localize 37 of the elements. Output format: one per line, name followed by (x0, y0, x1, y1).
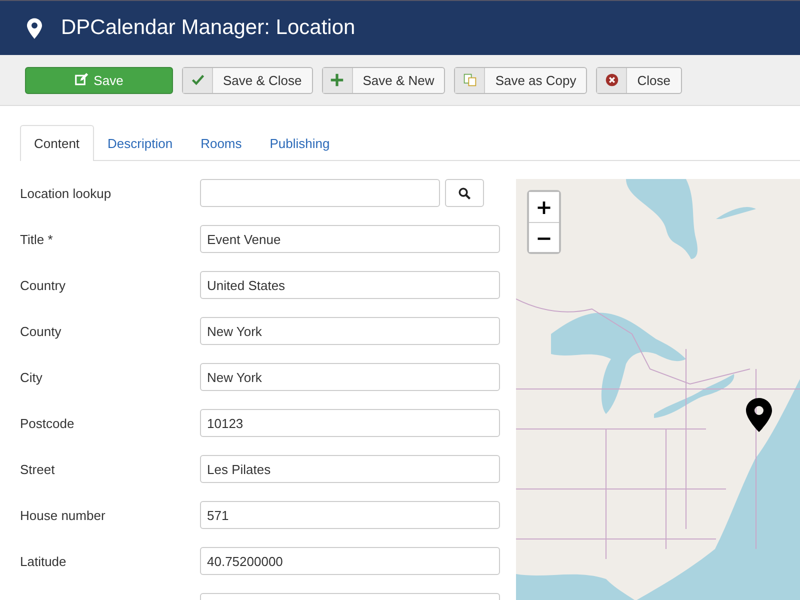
copy-icon (462, 73, 477, 87)
field-label: Location lookup (19, 186, 112, 200)
page-title: DPCalendar Manager: Location (61, 16, 356, 40)
input-field[interactable]: 40.75200000 (200, 547, 500, 575)
toolbar-button[interactable]: Save & Close (182, 66, 313, 94)
toolbar-button[interactable]: Save as Copy (454, 66, 588, 94)
input-field[interactable]: Les Pilates (200, 455, 500, 483)
input-field[interactable]: New York (200, 363, 500, 391)
plus-icon (330, 73, 344, 87)
field-label: Street (19, 462, 56, 476)
toolbar-button[interactable]: Save & New (322, 66, 446, 94)
input-field[interactable]: New York (200, 317, 500, 345)
search-icon (458, 186, 471, 200)
edit-icon (74, 73, 89, 87)
field-label: House number (19, 508, 106, 522)
tab[interactable]: Publishing (256, 125, 344, 161)
input-field[interactable]: 10123 (200, 409, 500, 437)
field-label: City (19, 370, 44, 384)
tab[interactable]: Rooms (186, 125, 256, 161)
field-label: Postcode (19, 416, 76, 430)
field-label: Latitude (19, 554, 68, 568)
tab[interactable]: Content (20, 125, 94, 161)
field-label: County (19, 324, 62, 338)
tab[interactable]: Description (94, 125, 187, 161)
zoom-out-button[interactable]: − (529, 222, 559, 252)
toolbar-button[interactable]: Close (596, 66, 682, 94)
map-marker-icon[interactable] (746, 398, 772, 432)
map-pin-icon (27, 18, 42, 38)
input-field[interactable]: 571 (200, 501, 500, 529)
cancel-icon (604, 73, 619, 87)
input-field[interactable] (200, 179, 440, 207)
input-field[interactable]: United States (200, 271, 500, 299)
search-button[interactable] (445, 179, 484, 207)
field-label: Title * (19, 232, 54, 246)
field-label: Country (19, 278, 67, 292)
input-field[interactable]: Event Venue (200, 225, 500, 253)
check-icon (190, 73, 204, 87)
